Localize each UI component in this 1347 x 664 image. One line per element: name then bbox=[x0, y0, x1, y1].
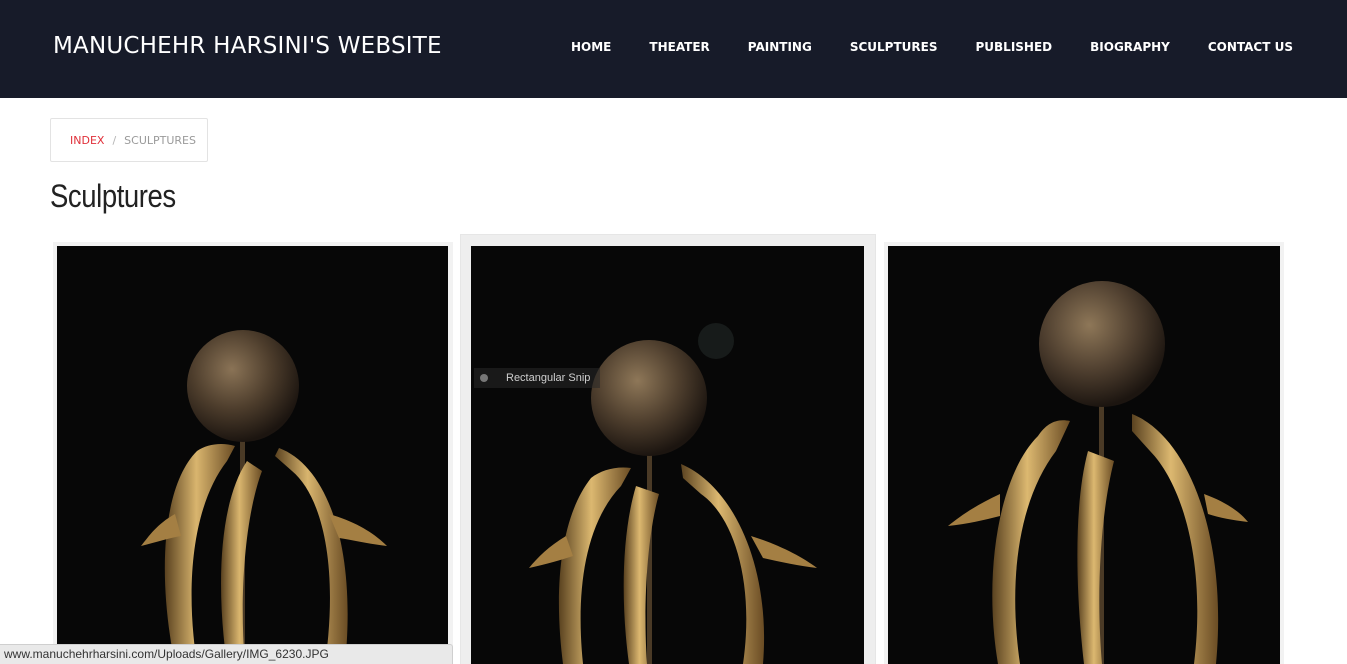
browser-status-bar: www.manuchehrharsini.com/Uploads/Gallery… bbox=[0, 644, 453, 664]
site-title-link[interactable]: MANUCHEHR HARSINI'S WEBSITE bbox=[53, 33, 442, 59]
nav-contact-us[interactable]: CONTACT US bbox=[1208, 40, 1293, 54]
gallery-item[interactable] bbox=[461, 235, 875, 664]
snip-tooltip-label: Rectangular Snip bbox=[506, 372, 591, 384]
breadcrumb-index-link[interactable]: INDEX bbox=[70, 134, 104, 147]
nav-painting[interactable]: PAINTING bbox=[748, 40, 812, 54]
main-nav: HOME THEATER PAINTING SCULPTURES PUBLISH… bbox=[533, 40, 1293, 54]
sculpture-photo bbox=[888, 246, 1280, 664]
page-title: Sculptures bbox=[50, 178, 176, 214]
breadcrumb: INDEX / SCULPTURES bbox=[50, 118, 208, 162]
nav-home[interactable]: HOME bbox=[571, 40, 611, 54]
nav-published[interactable]: PUBLISHED bbox=[975, 40, 1052, 54]
gallery-item[interactable] bbox=[884, 242, 1284, 664]
nav-biography[interactable]: BIOGRAPHY bbox=[1090, 40, 1170, 54]
sculpture-photo bbox=[471, 246, 864, 664]
sculpture-photo bbox=[57, 246, 448, 664]
snip-icon bbox=[480, 374, 488, 382]
breadcrumb-current: SCULPTURES bbox=[124, 133, 196, 147]
status-url: www.manuchehrharsini.com/Uploads/Gallery… bbox=[4, 647, 329, 661]
snip-tooltip: Rectangular Snip bbox=[474, 368, 600, 388]
nav-sculptures[interactable]: SCULPTURES bbox=[850, 40, 938, 54]
site-header: MANUCHEHR HARSINI'S WEBSITE HOME THEATER… bbox=[0, 0, 1347, 98]
gallery-item[interactable] bbox=[53, 242, 453, 664]
nav-theater[interactable]: THEATER bbox=[649, 40, 709, 54]
breadcrumb-separator: / bbox=[112, 133, 117, 147]
